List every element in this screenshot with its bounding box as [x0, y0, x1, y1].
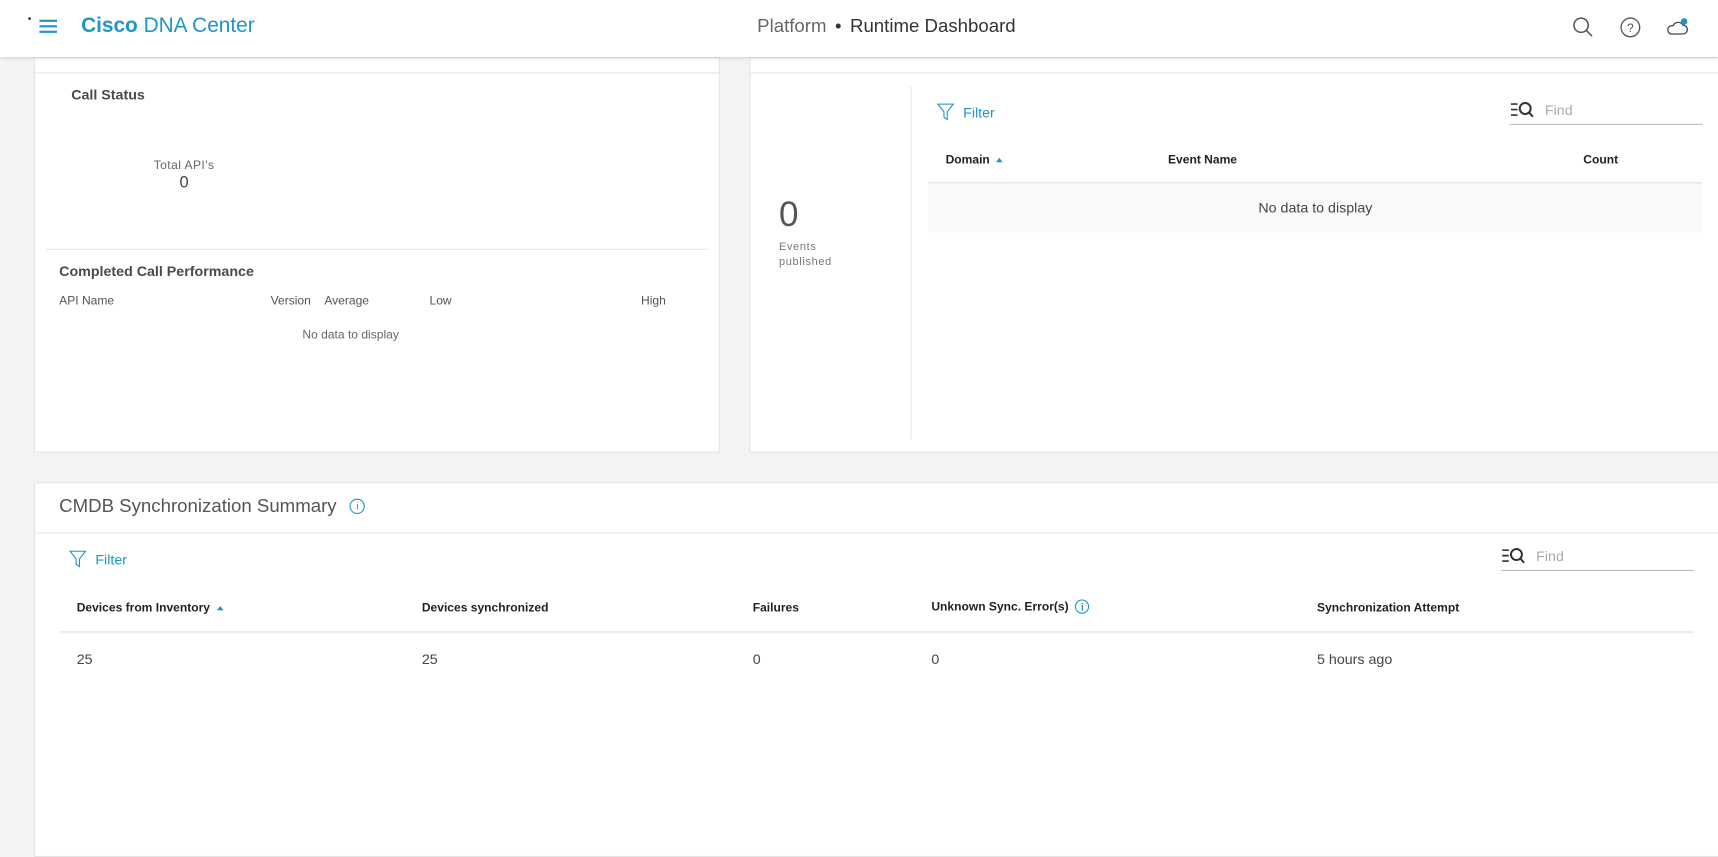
table-header-divider: [59, 631, 1694, 634]
cell-devices-from-inventory: 25: [76, 650, 93, 668]
column-unknown-sync-errors[interactable]: Unknown Sync. Error(s) i: [931, 599, 1090, 614]
sort-ascending-icon: [216, 606, 224, 611]
page-title: Platform • Runtime Dashboard: [0, 15, 1718, 37]
cell-synchronization-attempt: 5 hours ago: [1317, 650, 1393, 668]
no-data-message: No data to display: [302, 328, 399, 342]
cmdb-title: CMDB Synchronization Summary: [59, 495, 337, 517]
column-average[interactable]: Average: [324, 295, 369, 308]
cmdb-filter-button[interactable]: Filter: [69, 550, 127, 568]
column-domain[interactable]: Domain: [945, 153, 1003, 167]
no-data-row: No data to display: [928, 184, 1703, 233]
events-published-card: 0 Events published Filter Domain Event N…: [749, 56, 1718, 453]
list-search-icon: [1502, 548, 1525, 564]
column-devices-from-inventory-label: Devices from Inventory: [76, 601, 210, 615]
column-low[interactable]: Low: [430, 295, 452, 308]
column-api-name[interactable]: API Name: [59, 295, 114, 308]
total-apis-label: Total API's: [153, 158, 215, 173]
info-icon[interactable]: i: [1075, 599, 1090, 614]
column-failures[interactable]: Failures: [753, 602, 799, 615]
events-find-input[interactable]: [1509, 95, 1703, 125]
breadcrumb-current: Runtime Dashboard: [849, 15, 1016, 37]
events-find-field[interactable]: [1542, 100, 1690, 119]
section-divider: [35, 532, 1718, 534]
cmdb-sync-summary-card: CMDB Synchronization Summary i Filter De…: [33, 482, 1718, 857]
vertical-divider: [910, 86, 912, 440]
section-divider: [46, 248, 708, 250]
breadcrumb-platform[interactable]: Platform: [757, 15, 826, 36]
list-search-icon: [1510, 102, 1534, 118]
completed-call-performance-title: Completed Call Performance: [59, 263, 254, 280]
total-apis-value: 0: [179, 173, 189, 192]
column-devices-from-inventory[interactable]: Devices from Inventory: [76, 601, 224, 615]
events-count: 0: [779, 193, 799, 234]
help-icon[interactable]: ?: [1618, 15, 1642, 39]
column-synchronization-attempt[interactable]: Synchronization Attempt: [1317, 602, 1459, 615]
column-event-name[interactable]: Event Name: [1168, 153, 1237, 166]
top-navigation-bar: Cisco DNA Center Platform • Runtime Dash…: [0, 0, 1718, 57]
card-header-strip: [750, 58, 1718, 74]
filter-icon: [936, 103, 955, 121]
info-icon[interactable]: i: [349, 498, 366, 514]
api-call-status-card: Call Status Total API's 0 Completed Call…: [33, 56, 720, 453]
filter-icon: [69, 550, 87, 568]
column-domain-label: Domain: [945, 153, 990, 167]
filter-label: Filter: [95, 550, 127, 568]
card-header-strip: [35, 58, 719, 74]
column-devices-synchronized[interactable]: Devices synchronized: [422, 602, 549, 615]
filter-label: Filter: [963, 103, 995, 121]
svg-text:?: ?: [1627, 21, 1634, 35]
cmdb-find-field[interactable]: [1533, 546, 1681, 565]
search-icon[interactable]: [1571, 15, 1595, 39]
total-apis: Total API's 0: [134, 159, 235, 192]
page: Cisco DNA Center Platform • Runtime Dash…: [0, 0, 1718, 857]
call-status-title: Call Status: [71, 86, 145, 104]
cell-unknown-sync-errors: 0: [931, 650, 940, 668]
cmdb-find-input[interactable]: [1501, 541, 1694, 571]
sort-ascending-icon: [996, 157, 1003, 163]
column-high[interactable]: High: [641, 295, 666, 308]
column-version[interactable]: Version: [271, 295, 311, 308]
cmdb-header: CMDB Synchronization Summary i: [59, 495, 366, 517]
events-label-line1: Events: [779, 241, 817, 254]
events-filter-button[interactable]: Filter: [936, 103, 995, 121]
cloud-notification-icon[interactable]: [1665, 15, 1689, 39]
table-row[interactable]: 25 25 0 0 5 hours ago: [35, 648, 1718, 670]
events-label-line2: published: [779, 256, 832, 269]
events-label: Events published: [779, 240, 832, 271]
column-unknown-sync-errors-label: Unknown Sync. Error(s): [931, 600, 1069, 614]
breadcrumb-separator: •: [834, 15, 842, 37]
cell-failures: 0: [752, 650, 761, 668]
cell-devices-synchronized: 25: [421, 650, 438, 668]
column-count[interactable]: Count: [1583, 153, 1618, 166]
